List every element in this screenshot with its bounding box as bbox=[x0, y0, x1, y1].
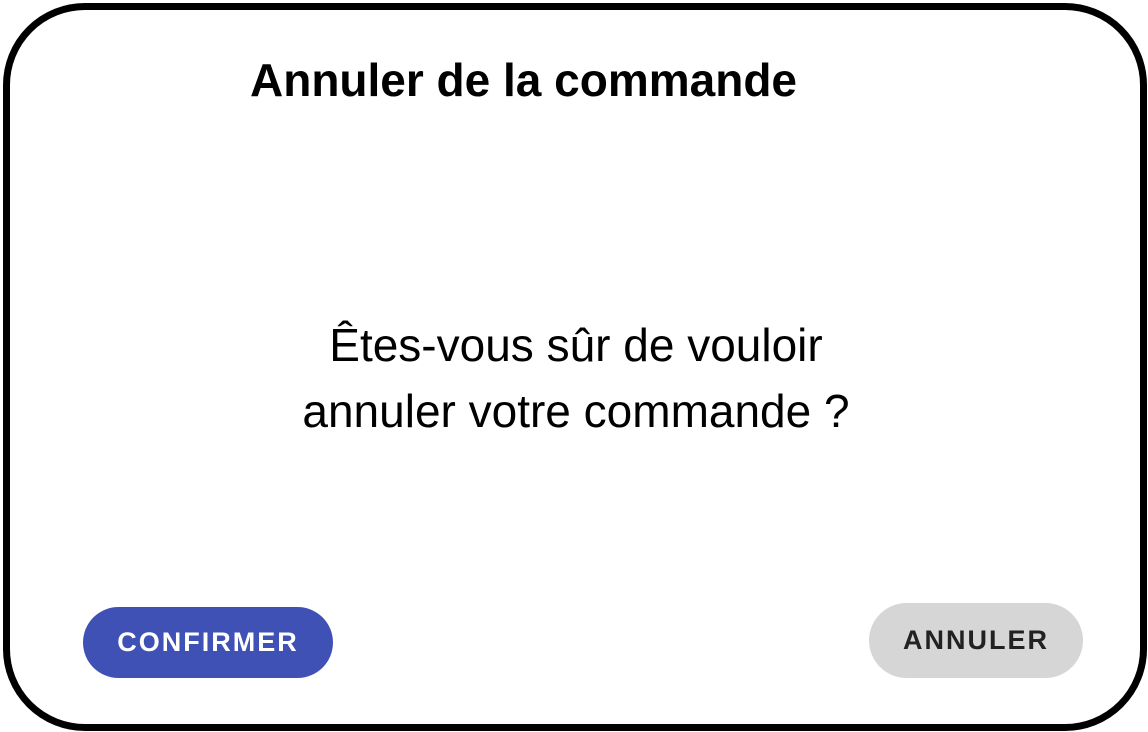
dialog-message: Êtes-vous sûr de vouloir annuler votre c… bbox=[10, 312, 1142, 444]
cancel-order-dialog: Annuler de la commande Êtes-vous sûr de … bbox=[3, 3, 1147, 731]
dialog-title: Annuler de la commande bbox=[250, 54, 798, 106]
cancel-button[interactable]: ANNULER bbox=[869, 603, 1083, 678]
dialog-message-line-2: annuler votre commande ? bbox=[302, 385, 850, 437]
dialog-message-line-1: Êtes-vous sûr de vouloir bbox=[329, 319, 823, 371]
confirm-button[interactable]: CONFIRMER bbox=[83, 607, 333, 678]
